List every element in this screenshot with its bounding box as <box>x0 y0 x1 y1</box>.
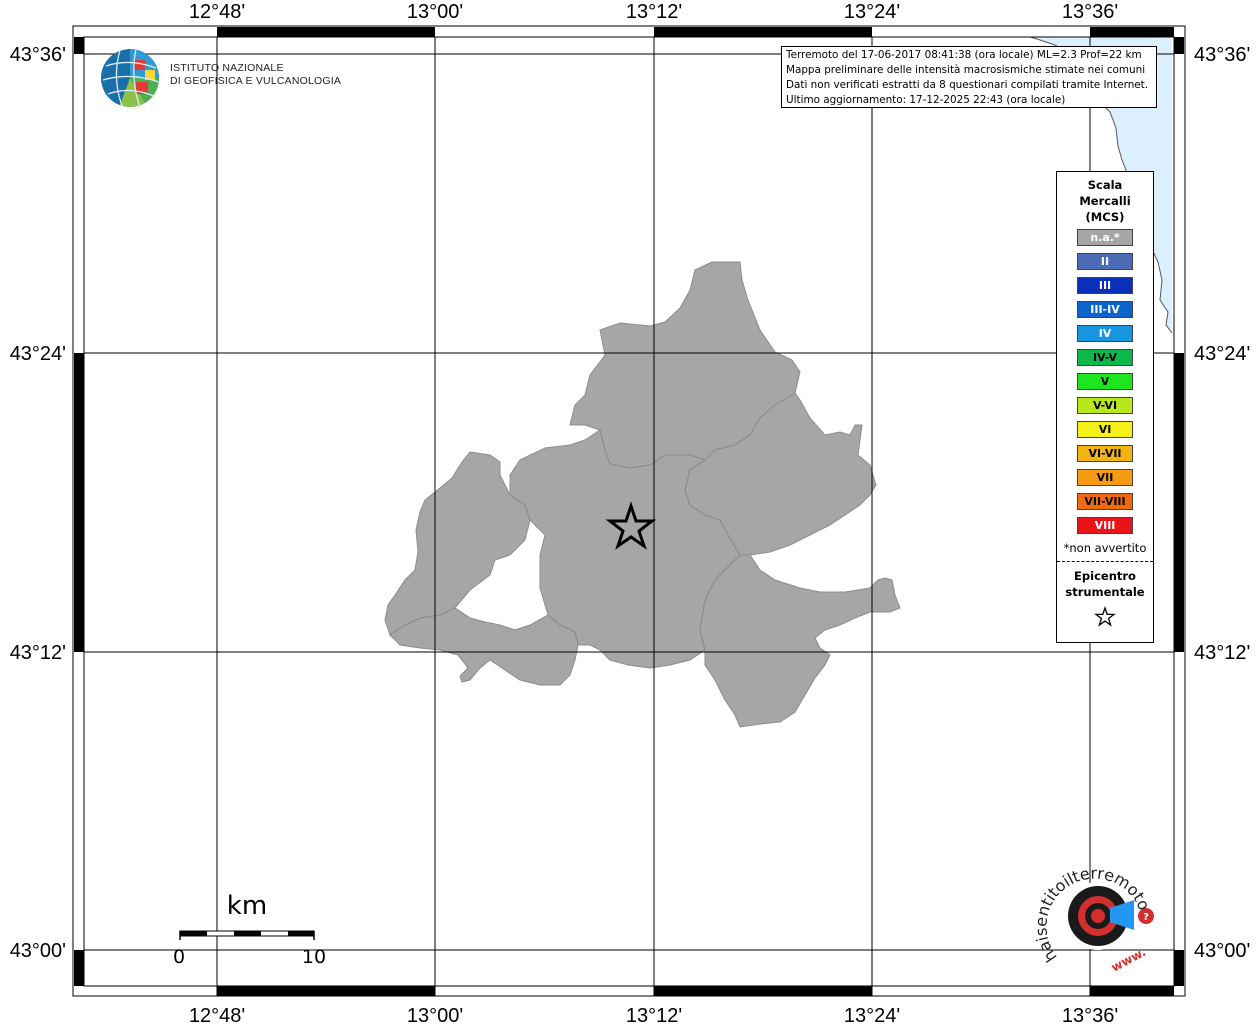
scale-end: 10 <box>302 946 326 968</box>
lon-label: 13°00' <box>407 1 463 23</box>
event-line-4: Ultimo aggiornamento: 17-12-2025 22:43 (… <box>786 94 1066 106</box>
scale-bar: km 0 10 <box>173 891 326 968</box>
longitude-labels-top: 12°48' 13°00' 13°12' 13°24' 13°36' <box>189 1 1118 23</box>
lon-label: 12°48' <box>189 1 245 23</box>
lat-label: 43°12' <box>1194 642 1250 664</box>
longitude-labels-bottom: 12°48' 13°00' 13°12' 13°24' 13°36' <box>189 1005 1118 1024</box>
legend-item: IV <box>1077 325 1133 342</box>
municipality-west <box>384 451 531 636</box>
legend-item: III <box>1077 277 1133 294</box>
lat-label: 43°24' <box>1194 343 1250 365</box>
lat-label: 43°36' <box>1194 44 1250 66</box>
legend-items: n.a.* II III III-IV IV IV-V V V-VI VI VI-VII VII VI… <box>1057 229 1153 534</box>
legend-title-line: Scala <box>1087 178 1123 192</box>
event-line-2: Mappa preliminare delle intensità macros… <box>786 64 1146 76</box>
legend-item: V <box>1077 373 1133 390</box>
legend-epicenter-line: Epicentro <box>1074 569 1136 583</box>
legend-item: VI-VII <box>1077 445 1133 462</box>
legend-title-line: (MCS) <box>1085 210 1125 224</box>
ingv-logo-text: ISTITUTO NAZIONALE DI GEOFISICA E VULCAN… <box>170 62 341 88</box>
municipalities <box>384 261 901 728</box>
legend-item: n.a.* <box>1077 229 1133 246</box>
ingv-logo: ISTITUTO NAZIONALE DI GEOFISICA E VULCAN… <box>100 48 341 110</box>
legend-epicenter-line: strumentale <box>1065 585 1145 599</box>
scale-start: 0 <box>173 946 185 968</box>
legend-divider <box>1057 561 1153 562</box>
latitude-labels-left: 43°36' 43°24' 43°12' 43°00' <box>10 44 66 962</box>
legend-item: VI <box>1077 421 1133 438</box>
legend-title-line: Mercalli <box>1079 194 1131 208</box>
legend-item: III-IV <box>1077 301 1133 318</box>
legend-item: VII <box>1077 469 1133 486</box>
lon-label: 12°48' <box>189 1005 245 1024</box>
hst-www: www. <box>1109 945 1148 975</box>
lat-label: 43°36' <box>10 44 66 66</box>
legend-item: VII-VIII <box>1077 493 1133 510</box>
event-line-3: Dati non verificati estratti da 8 questi… <box>786 79 1149 91</box>
municipality-southwest <box>389 607 579 686</box>
lat-label: 43°00' <box>1194 940 1250 962</box>
legend-item: IV-V <box>1077 349 1133 366</box>
mcs-legend: Scala Mercalli (MCS) n.a.* II III III-IV IV I… <box>1056 171 1154 643</box>
event-line-1: Terremoto del 17-06-2017 08:41:38 (ora l… <box>786 49 1142 61</box>
legend-title: Scala Mercalli (MCS) <box>1057 177 1153 225</box>
latitude-labels-right: 43°36' 43°24' 43°12' 43°00' <box>1194 44 1250 962</box>
legend-note: *non avvertito <box>1063 541 1147 555</box>
lon-label: 13°00' <box>407 1005 463 1024</box>
ingv-globe-icon <box>101 48 160 109</box>
legend-item: II <box>1077 253 1133 270</box>
lon-label: 13°12' <box>626 1 682 23</box>
lon-label: 13°24' <box>844 1 900 23</box>
event-info-box: Terremoto del 17-06-2017 08:41:38 (ora l… <box>781 46 1157 108</box>
haisentitoilterremoto-logo: ? haisentitoilterremoto.it www. <box>1026 845 1170 980</box>
lon-label: 13°36' <box>1062 1 1118 23</box>
ingv-line2: DI GEOFISICA E VULCANOLOGIA <box>170 75 342 87</box>
lat-label: 43°12' <box>10 642 66 664</box>
lon-label: 13°12' <box>626 1005 682 1024</box>
lon-label: 13°36' <box>1062 1005 1118 1024</box>
legend-item: VIII <box>1077 517 1133 534</box>
ingv-line1: ISTITUTO NAZIONALE <box>170 62 284 74</box>
legend-item: V-VI <box>1077 397 1133 414</box>
lon-label: 13°24' <box>844 1005 900 1024</box>
scale-unit: km <box>227 891 267 921</box>
legend-star-icon <box>1057 606 1153 632</box>
lat-label: 43°00' <box>10 940 66 962</box>
lat-label: 43°24' <box>10 343 66 365</box>
municipality-southeast <box>699 554 901 728</box>
legend-epicenter-title: Epicentro strumentale <box>1057 568 1153 600</box>
